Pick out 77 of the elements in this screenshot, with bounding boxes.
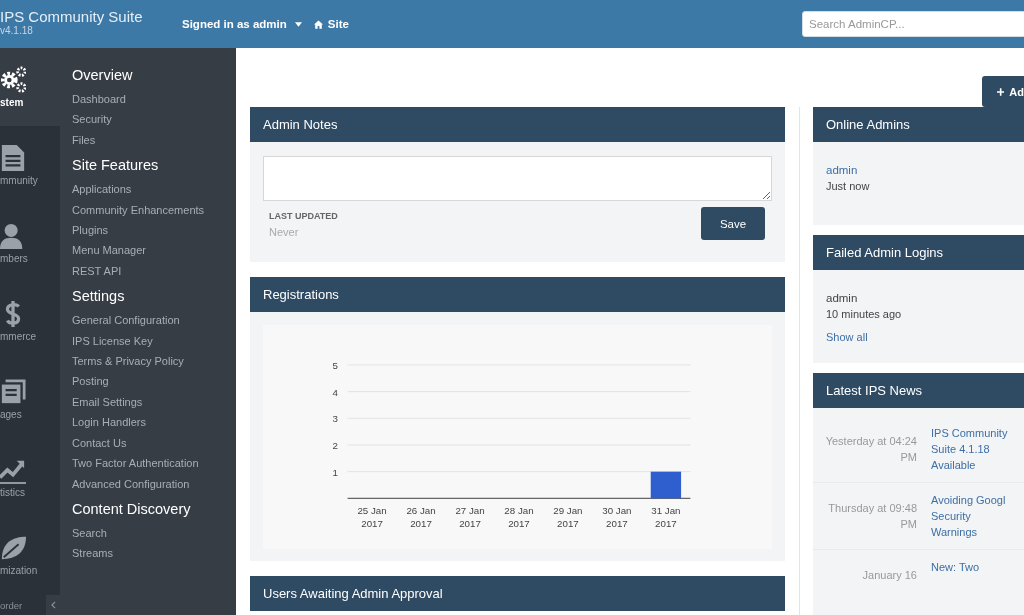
menu-link[interactable]: Menu Manager bbox=[72, 240, 236, 261]
menu-link[interactable]: Dashboard bbox=[72, 89, 236, 110]
menu-link[interactable]: Security bbox=[72, 109, 236, 130]
axis-tick-label: 5 bbox=[332, 359, 338, 371]
menu-link[interactable]: Two Factor Authentication bbox=[72, 453, 236, 474]
search-field[interactable]: Search AdminCP... bbox=[802, 11, 1024, 37]
menu-link[interactable]: Email Settings bbox=[72, 391, 236, 413]
time-label: 10 minutes ago bbox=[826, 307, 903, 322]
menu-link[interactable]: General Configuration bbox=[72, 310, 236, 331]
axis-category-label: 26 Jan 2017 bbox=[406, 504, 436, 529]
app-tab[interactable]: mbers bbox=[0, 204, 60, 282]
sidebar-footer-label: order bbox=[0, 599, 23, 611]
news-link[interactable]: New: Two bbox=[931, 559, 1009, 607]
menu-link[interactable]: REST API bbox=[72, 260, 236, 282]
admin-name: admin bbox=[826, 291, 859, 306]
menu-link[interactable]: Search bbox=[72, 522, 236, 544]
card-header: Users Awaiting Admin Approval bbox=[250, 576, 785, 611]
app-tab[interactable]: mization bbox=[0, 516, 60, 594]
last-updated-value: Never bbox=[269, 226, 300, 238]
user-menu[interactable]: Signed in as admin bbox=[182, 18, 302, 30]
app-tab[interactable]: stem bbox=[0, 48, 60, 126]
app-tab[interactable]: ages bbox=[0, 360, 60, 438]
menu-link[interactable]: Files bbox=[72, 129, 236, 151]
menu-heading: Content Discovery bbox=[72, 499, 192, 518]
time-label: Just now bbox=[826, 179, 871, 194]
menu-link[interactable]: Login Handlers bbox=[72, 412, 236, 433]
app-tab[interactable]: mmunity bbox=[0, 126, 60, 204]
menu-link[interactable]: Plugins bbox=[72, 220, 236, 241]
brand-name: IPS Community Suite bbox=[0, 7, 144, 25]
admin-link[interactable]: admin bbox=[826, 164, 858, 176]
menu-link[interactable]: IPS License Key bbox=[72, 330, 236, 352]
notes-field[interactable] bbox=[263, 156, 772, 201]
axis-category-label: 31 Jan 2017 bbox=[651, 504, 681, 529]
card-header: Admin Notes bbox=[250, 107, 785, 142]
axis-category-label: 27 Jan 2017 bbox=[455, 504, 485, 529]
card-header: Latest IPS News bbox=[813, 373, 1024, 408]
version-label: v4.1.18 bbox=[0, 24, 33, 37]
last-updated-label: LAST UPDATED bbox=[269, 211, 338, 221]
card-header: Online Admins bbox=[813, 107, 1024, 142]
menu-link[interactable]: Streams bbox=[72, 543, 236, 564]
axis-category-label: 25 Jan 2017 bbox=[357, 504, 387, 529]
plus-icon bbox=[997, 87, 1005, 96]
menu-link[interactable]: Posting bbox=[72, 371, 236, 392]
menu-link[interactable]: Terms & Privacy Policy bbox=[72, 351, 236, 372]
chevron-left-icon bbox=[50, 601, 56, 609]
axis-category-label: 30 Jan 2017 bbox=[602, 504, 632, 529]
axis-category-label: 28 Jan 2017 bbox=[504, 504, 534, 529]
axis-category-label: 29 Jan 2017 bbox=[553, 504, 583, 529]
show-all-link[interactable]: Show all bbox=[826, 331, 1011, 343]
axis-tick-label: 1 bbox=[332, 466, 338, 478]
save-button[interactable]: Save bbox=[701, 207, 765, 240]
menu-heading: Settings bbox=[72, 287, 126, 306]
gears-icon bbox=[0, 65, 26, 95]
news-date: Thursday at 09:48 PM bbox=[827, 501, 917, 532]
news-link[interactable]: Avoiding Googl Security Warnings bbox=[931, 492, 1009, 540]
app-tab[interactable]: tistics bbox=[0, 438, 60, 516]
app-tab[interactable]: mmerce bbox=[0, 282, 60, 360]
add-button[interactable]: Ad bbox=[982, 76, 1024, 107]
menu-link[interactable]: Applications bbox=[72, 179, 236, 200]
news-date: January 16 bbox=[861, 568, 917, 583]
menu-heading: Overview bbox=[72, 66, 134, 84]
home-icon bbox=[313, 19, 323, 29]
axis-tick-label: 2 bbox=[332, 439, 338, 451]
axis-tick-label: 4 bbox=[332, 386, 338, 398]
menu-link[interactable]: Community Enhancements bbox=[72, 199, 236, 221]
news-link[interactable]: IPS Community Suite 4.1.18 Available bbox=[931, 425, 1009, 473]
axis-tick-label: 3 bbox=[332, 413, 338, 425]
menu-heading: Site Features bbox=[72, 156, 160, 175]
bar bbox=[650, 471, 682, 499]
caret-icon bbox=[294, 21, 302, 27]
card-header: Registrations bbox=[250, 277, 785, 312]
collapse-button[interactable] bbox=[46, 595, 60, 615]
menu-link[interactable]: Advanced Configuration bbox=[72, 473, 236, 494]
menu-link[interactable]: Contact Us bbox=[72, 432, 236, 454]
news-date: Yesterday at 04:24 PM bbox=[824, 434, 917, 465]
site-link[interactable]: Site bbox=[313, 18, 349, 30]
card-header: Failed Admin Logins bbox=[813, 235, 1024, 270]
